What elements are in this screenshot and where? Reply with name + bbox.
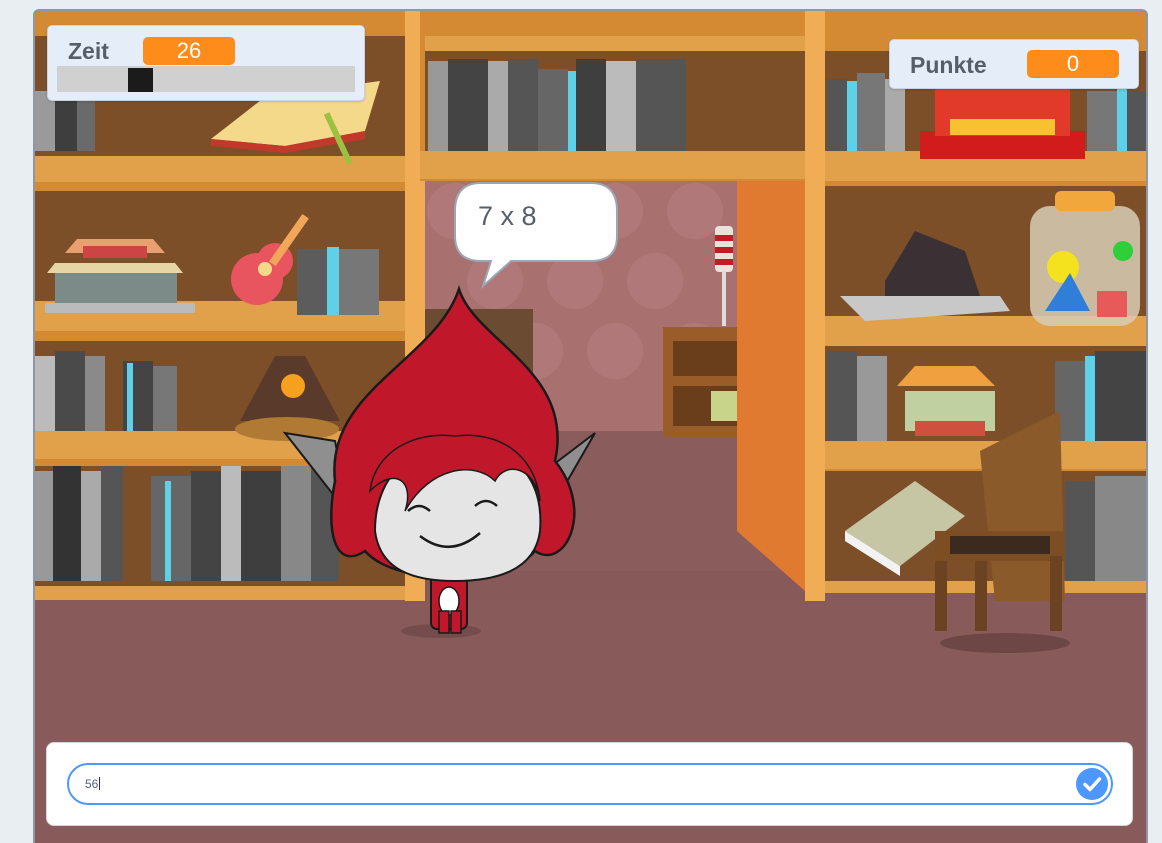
- zeit-slider-knob[interactable]: [128, 68, 153, 92]
- zeit-value: 26: [143, 37, 235, 65]
- zeit-label: Zeit: [68, 38, 109, 64]
- answer-input[interactable]: 56: [67, 763, 1113, 805]
- library-backdrop: [35, 11, 1146, 843]
- zeit-monitor[interactable]: Zeit 26: [47, 25, 365, 101]
- answer-input-value[interactable]: 56: [85, 777, 101, 791]
- text-caret: [99, 777, 101, 790]
- checkmark-icon[interactable]: [1075, 767, 1109, 801]
- zeit-slider[interactable]: [57, 66, 355, 92]
- punkte-monitor[interactable]: Punkte 0: [889, 39, 1139, 89]
- ask-answer-box: 56: [46, 742, 1133, 826]
- punkte-label: Punkte: [910, 52, 987, 78]
- stage[interactable]: 7 x 8 Zeit 26 Punkte 0: [33, 9, 1148, 843]
- answer-text: 56: [85, 777, 99, 791]
- speech-bubble-text: 7 x 8: [478, 201, 537, 231]
- punkte-value: 0: [1027, 50, 1119, 78]
- top-band: [0, 0, 1162, 8]
